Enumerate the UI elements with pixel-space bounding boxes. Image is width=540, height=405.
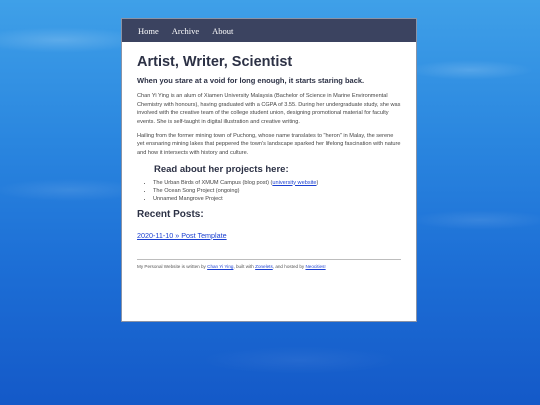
main-content: Artist, Writer, Scientist When you stare… — [122, 54, 416, 269]
footer-mid-1: , built with — [233, 263, 256, 269]
projects-list: The Urban Birds of XMUM Campus (blog pos… — [137, 179, 401, 203]
university-website-link[interactable]: university website — [272, 180, 316, 186]
footer: My Personal Website is written by Chan Y… — [137, 264, 401, 269]
top-nav: Home Archive About — [122, 19, 416, 42]
footer-zonelets-link[interactable]: Zonelets — [255, 264, 273, 269]
recent-posts-heading: Recent Posts: — [137, 208, 204, 220]
projects-heading: Read about her projects here: — [154, 163, 289, 175]
bio-paragraph-1: Chan Yi Ying is an alum of Xiamen Univer… — [137, 93, 401, 125]
bio-paragraph-2: Hailing from the former mining town of P… — [137, 132, 401, 156]
footer-mid-2: , and hosted by — [272, 263, 306, 269]
list-item: The Ocean Song Project (ongoing) — [153, 187, 401, 195]
footer-neocities-link[interactable]: Neocities! — [305, 264, 325, 269]
nav-about-link[interactable]: About — [212, 26, 233, 36]
nav-archive-link[interactable]: Archive — [172, 26, 199, 36]
recent-post-link[interactable]: 2020-11-10 » Post Template — [137, 231, 227, 240]
nav-home-link[interactable]: Home — [138, 26, 159, 36]
project-1-suffix: ) — [316, 179, 319, 186]
project-1-text: The Urban Birds of XMUM Campus (blog pos… — [153, 179, 273, 186]
page-container: Home Archive About Artist, Writer, Scien… — [121, 18, 417, 322]
footer-prefix: My Personal Website is written by — [137, 263, 208, 269]
footer-author-link[interactable]: Chan Yi Ying — [207, 264, 233, 269]
page-title: Artist, Writer, Scientist — [137, 54, 293, 70]
tagline: When you stare at a void for long enough… — [137, 76, 365, 85]
list-item: Unnamed Mangrove Project — [153, 195, 401, 203]
list-item: The Urban Birds of XMUM Campus (blog pos… — [153, 179, 401, 187]
footer-divider — [137, 258, 401, 260]
